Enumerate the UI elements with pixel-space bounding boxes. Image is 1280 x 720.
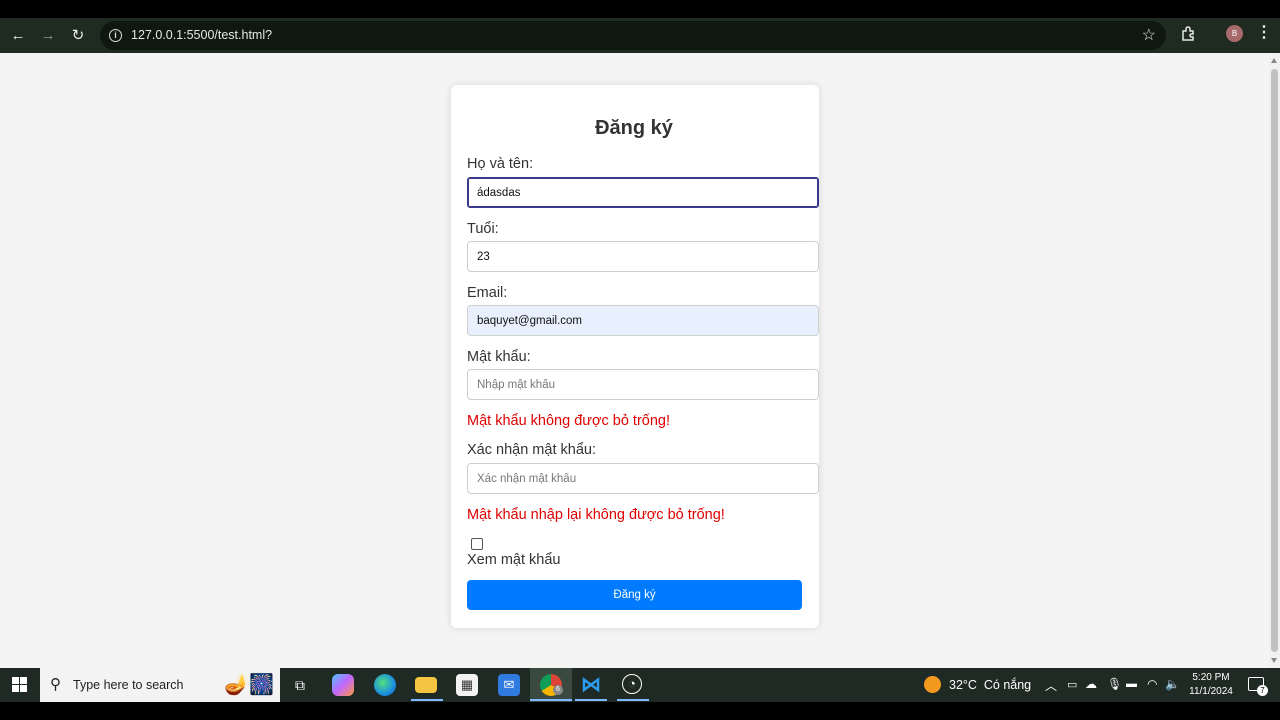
weather-text: 32°C Có nắng — [949, 678, 1032, 692]
chrome-running-indicator — [530, 699, 572, 701]
show-password-checkbox[interactable] — [471, 538, 483, 550]
browser-menu-icon[interactable]: ⋮ — [1256, 24, 1272, 42]
reload-icon[interactable]: ↻ — [67, 25, 89, 47]
mail-icon[interactable]: ✉ — [498, 674, 520, 696]
vscode-icon[interactable]: ⋈ — [580, 674, 602, 696]
obs-studio-icon[interactable]: ◔ — [622, 674, 642, 694]
register-submit-button[interactable]: Đăng ký — [467, 580, 802, 610]
task-view-icon[interactable]: ⧉ — [289, 674, 311, 696]
chrome-badge: 6 — [553, 685, 563, 695]
weather-sun-icon — [924, 676, 941, 693]
forward-arrow-icon[interactable]: → — [37, 25, 59, 47]
obs-running-indicator — [617, 699, 649, 701]
site-info-icon[interactable]: i — [109, 29, 122, 42]
taskbar-search-box[interactable]: ⚲ Type here to search 🪔🎆 — [40, 668, 280, 702]
notification-count-badge: 7 — [1257, 685, 1268, 696]
bookmark-star-icon[interactable]: ☆ — [1142, 25, 1156, 45]
password-error-message: Mật khẩu không được bỏ trống! — [467, 413, 670, 429]
copilot-icon[interactable] — [332, 674, 354, 696]
scrollbar-thumb[interactable] — [1271, 69, 1278, 652]
extensions-puzzle-icon[interactable] — [1180, 25, 1198, 43]
confirm-password-label: Xác nhận mật khẩu: — [467, 442, 596, 458]
age-label: Tuổi: — [467, 221, 499, 237]
search-highlight-decoration-icon: 🪔🎆 — [224, 674, 274, 696]
clock-date: 11/1/2024 — [1189, 686, 1233, 697]
confirm-password-error-message: Mật khẩu nhập lại không được bỏ trống! — [467, 507, 725, 523]
password-input[interactable] — [467, 369, 819, 400]
name-label: Họ và tên: — [467, 156, 534, 172]
vscode-running-indicator — [575, 699, 607, 701]
password-label: Mật khẩu: — [467, 349, 531, 365]
confirm-password-input[interactable] — [467, 463, 819, 494]
back-arrow-icon[interactable]: ← — [7, 25, 29, 47]
taskbar-search-placeholder: Type here to search — [73, 678, 184, 692]
profile-avatar[interactable]: B — [1226, 25, 1243, 42]
windows-start-icon[interactable] — [12, 677, 28, 693]
screen: ← → ↻ i 127.0.0.1:5500/test.html? ☆ B ⋮ … — [0, 0, 1280, 720]
top-black-bar — [0, 0, 1280, 18]
page-viewport: Đăng ký Họ và tên: Tuổi: Email: Mật khẩu… — [0, 53, 1269, 668]
scroll-down-arrow-icon[interactable] — [1271, 658, 1277, 663]
email-input[interactable] — [467, 305, 819, 336]
name-input[interactable] — [467, 177, 819, 208]
microsoft-store-icon[interactable]: ▦ — [456, 674, 478, 696]
page-scrollbar[interactable] — [1269, 53, 1280, 668]
file-explorer-icon[interactable] — [415, 677, 437, 693]
file-explorer-running-indicator — [411, 699, 443, 701]
show-password-label[interactable]: Xem mật khẩu — [467, 552, 561, 568]
system-clock[interactable]: 5:20 PM 11/1/2024 — [1186, 671, 1236, 699]
register-form-card: Đăng ký Họ và tên: Tuổi: Email: Mật khẩu… — [451, 85, 819, 628]
bottom-black-bar — [0, 702, 1280, 720]
address-bar[interactable]: i 127.0.0.1:5500/test.html? ☆ — [100, 21, 1166, 50]
windows-taskbar: ⚲ Type here to search 🪔🎆 ⧉ ▦ ✉ 6 ⋈ ◔ 32°… — [0, 668, 1280, 702]
email-label: Email: — [467, 285, 508, 301]
browser-toolbar: ← → ↻ i 127.0.0.1:5500/test.html? ☆ — [0, 18, 1280, 53]
age-input[interactable] — [467, 241, 819, 272]
scroll-up-arrow-icon[interactable] — [1271, 58, 1277, 63]
clock-time: 5:20 PM — [1192, 672, 1230, 683]
form-title: Đăng ký — [595, 117, 673, 139]
edge-browser-icon[interactable] — [374, 674, 396, 696]
url-text[interactable]: 127.0.0.1:5500/test.html? — [131, 28, 272, 42]
search-icon: ⚲ — [50, 676, 61, 693]
